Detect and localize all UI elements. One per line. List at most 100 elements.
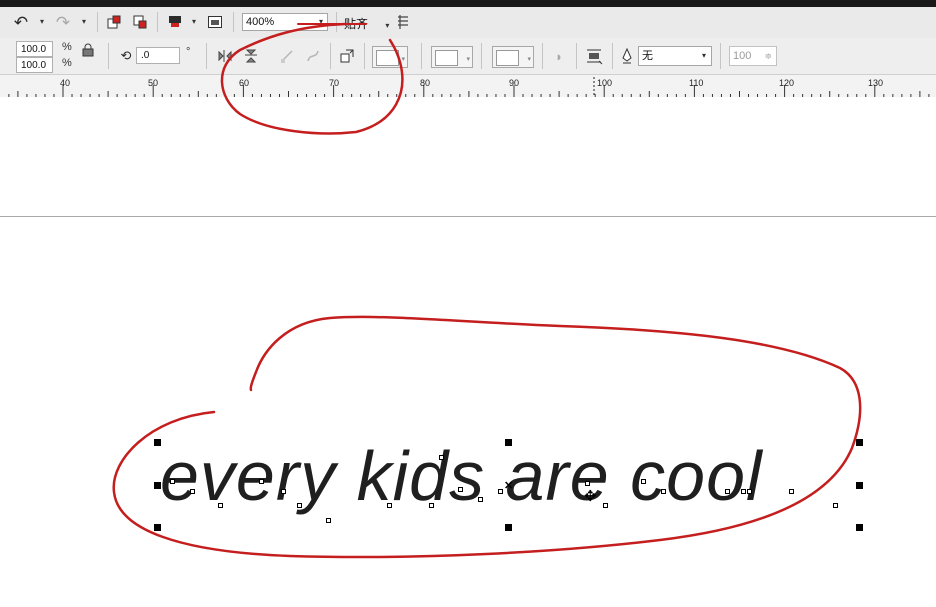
text-node[interactable]	[387, 503, 392, 508]
toolbar-separator	[233, 12, 234, 32]
scale-width-percent: %	[62, 41, 72, 53]
text-node[interactable]	[170, 479, 175, 484]
toolbar-separator	[157, 12, 158, 32]
outline-color-picker[interactable]: ▾	[431, 46, 473, 68]
ruler-label: 70	[329, 78, 340, 88]
text-node[interactable]	[281, 489, 286, 494]
text-node[interactable]	[661, 489, 666, 494]
text-node[interactable]	[789, 489, 794, 494]
lock-ratio-icon[interactable]	[80, 42, 96, 58]
text-node[interactable]	[259, 479, 264, 484]
snap-options-icon[interactable]	[395, 13, 411, 31]
fill-color-picker[interactable]: ▾	[372, 46, 408, 68]
scale-height-percent: %	[62, 57, 72, 69]
align-distribute-icon[interactable]	[584, 46, 604, 66]
toolbar-separator	[97, 12, 98, 32]
outline-width-select[interactable]: 无 ▾	[638, 46, 712, 66]
rotation-angle-field[interactable]: .0	[136, 47, 180, 64]
undo-dropdown-icon[interactable]: ▾	[38, 17, 46, 27]
redo-dropdown-icon[interactable]: ▾	[80, 17, 88, 27]
redo-icon[interactable]: ↷	[54, 13, 72, 31]
zoom-level-value: 400%	[246, 16, 275, 28]
toolbar-separator	[720, 43, 721, 69]
text-node[interactable]	[478, 497, 483, 502]
snap-to-label: 贴齐	[344, 17, 369, 31]
export-icon[interactable]	[131, 13, 149, 31]
text-node[interactable]	[585, 481, 590, 486]
text-node[interactable]	[833, 503, 838, 508]
text-node[interactable]	[725, 489, 730, 494]
text-node[interactable]	[218, 503, 223, 508]
drawing-canvas[interactable]	[0, 97, 936, 607]
ruler-label: 110	[689, 78, 704, 88]
text-node[interactable]	[741, 489, 746, 494]
import-icon[interactable]	[105, 13, 123, 31]
convert-line-icon[interactable]	[278, 47, 296, 65]
chevron-down-icon: ▾	[318, 17, 323, 26]
toolbar-separator	[364, 43, 365, 69]
toolbar-separator	[330, 43, 331, 69]
text-node[interactable]	[297, 503, 302, 508]
publish-dropdown-icon[interactable]: ▾	[190, 17, 198, 27]
text-node[interactable]	[498, 489, 503, 494]
publish-pdf-icon[interactable]	[166, 13, 184, 31]
opacity-spinner[interactable]: 100 ≑	[729, 46, 777, 66]
move-cursor-icon: ✥	[584, 488, 597, 505]
toolbar-separator	[576, 43, 577, 69]
text-node[interactable]	[326, 518, 331, 523]
selection-handle[interactable]	[154, 439, 161, 446]
selection-handle[interactable]	[505, 524, 512, 531]
convert-curve-icon[interactable]	[304, 47, 322, 65]
text-node[interactable]	[190, 489, 195, 494]
selection-handle[interactable]	[505, 439, 512, 446]
text-object[interactable]: every kids are cool	[160, 436, 763, 516]
text-node[interactable]	[458, 487, 463, 492]
property-bar: 100.0 100.0 % % ⟲ .0 ° ▾ ▾ ▾ ◗ 无 ▾ 100 ≑	[0, 38, 936, 75]
selection-handle[interactable]	[856, 439, 863, 446]
ruler-label: 40	[60, 78, 71, 88]
center-mark-icon[interactable]: ✕	[504, 479, 513, 492]
selection-handle[interactable]	[154, 482, 161, 489]
ruler-ticks	[8, 77, 930, 97]
app-launcher-icon[interactable]	[206, 13, 224, 31]
toolbar-separator	[108, 43, 109, 69]
degree-symbol: °	[186, 46, 191, 58]
undo-icon[interactable]: ↶	[12, 13, 30, 31]
ruler-label: 80	[420, 78, 431, 88]
toolbar-separator	[542, 43, 543, 69]
ruler-label: 50	[148, 78, 159, 88]
zoom-level-select[interactable]: 400% ▾	[242, 13, 328, 31]
outline-pen-icon	[620, 47, 634, 65]
snap-dropdown-icon: ▾	[385, 21, 390, 30]
snap-to-menu[interactable]: 贴齐 ▾	[344, 15, 389, 31]
toolbar-separator	[421, 43, 422, 69]
selection-handle[interactable]	[856, 482, 863, 489]
chevron-down-icon: ▾	[701, 51, 706, 60]
rotate-icon: ⟲	[120, 47, 132, 63]
scale-height-field[interactable]: 100.0	[16, 57, 53, 73]
selection-handle[interactable]	[856, 524, 863, 531]
selection-handle[interactable]	[154, 524, 161, 531]
text-node[interactable]	[747, 489, 752, 494]
mirror-horizontal-icon[interactable]	[216, 47, 234, 65]
text-node[interactable]	[603, 503, 608, 508]
wrap-text-icon[interactable]	[338, 47, 356, 65]
horizontal-ruler[interactable]: 40 50 60 70 80 90 100 110 120 130	[0, 75, 936, 98]
ruler-label: 120	[779, 78, 795, 88]
opacity-value: 100	[733, 50, 752, 62]
secondary-color-picker[interactable]: ▾	[492, 46, 534, 68]
standard-toolbar: ↶ ▾ ↷ ▾ ▾ 400% ▾ 贴齐 ▾	[0, 7, 936, 39]
text-node[interactable]	[641, 479, 646, 484]
text-node[interactable]	[439, 455, 444, 460]
window-top-edge	[0, 0, 936, 7]
effect-icon[interactable]: ◗	[551, 47, 567, 65]
page-border	[0, 216, 936, 217]
scale-width-field[interactable]: 100.0	[16, 41, 53, 57]
spinner-arrows-icon: ≑	[764, 51, 772, 61]
toolbar-separator	[612, 43, 613, 69]
outline-width-value: 无	[642, 50, 653, 62]
ruler-label: 60	[239, 78, 250, 88]
ruler-label: 90	[509, 78, 520, 88]
mirror-vertical-icon[interactable]	[242, 47, 260, 65]
text-node[interactable]	[429, 503, 434, 508]
